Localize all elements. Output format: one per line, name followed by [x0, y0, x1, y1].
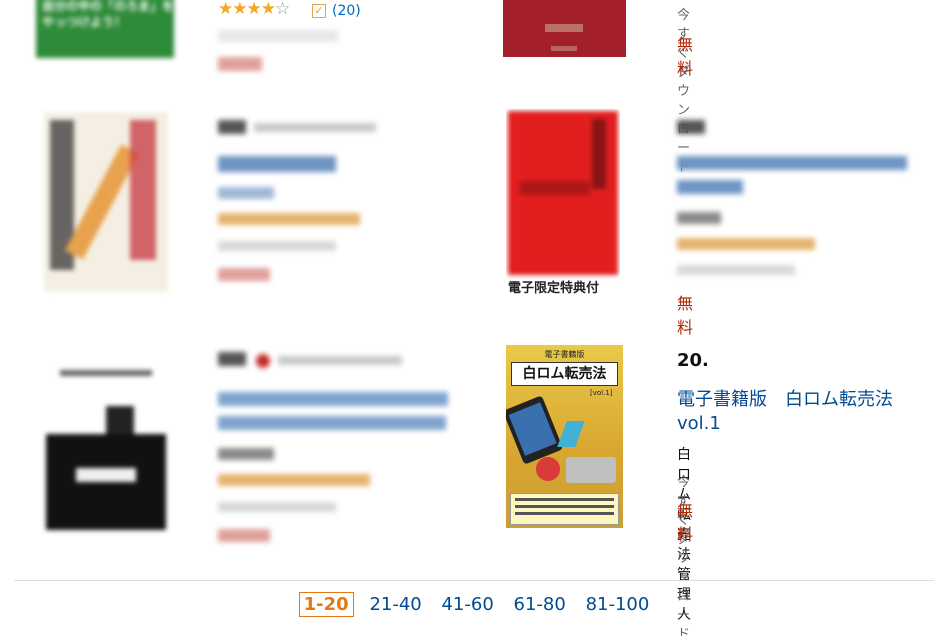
page-link-61-80[interactable]: 61-80	[510, 592, 570, 617]
book-cover[interactable]: 電子書籍版 白ロム転売法 [vol.1]	[506, 345, 623, 528]
rank	[218, 120, 246, 134]
star-rating[interactable]	[677, 238, 815, 250]
rank	[218, 352, 246, 366]
price-text	[218, 268, 270, 281]
subtitle	[254, 123, 376, 132]
price-text: 無料	[677, 501, 694, 544]
phone-image	[506, 395, 564, 465]
book-title-line2[interactable]	[218, 416, 446, 430]
price-text	[218, 57, 262, 71]
book-title-line2[interactable]	[677, 180, 743, 194]
star-rating[interactable]	[218, 213, 360, 225]
subtitle	[278, 356, 402, 365]
rank	[677, 120, 705, 134]
price-text: 無料	[677, 35, 694, 78]
download-text	[218, 502, 336, 512]
download-text	[218, 241, 336, 251]
book-author[interactable]	[218, 448, 274, 460]
cover-text: 自分の中の「のろま」を やっつけよう！	[42, 0, 174, 29]
price-text: 無料	[677, 294, 694, 337]
badge-icon	[256, 354, 270, 368]
book-title[interactable]	[677, 156, 907, 170]
book-cover[interactable]	[503, 0, 626, 57]
lightning-icon	[557, 421, 585, 447]
page-link-41-60[interactable]: 41-60	[437, 592, 497, 617]
page-link-21-40[interactable]: 21-40	[365, 592, 425, 617]
book-title[interactable]	[218, 392, 448, 406]
download-text	[677, 265, 795, 275]
page-link-1-20[interactable]: 1-20	[298, 592, 354, 617]
book-author[interactable]	[218, 187, 274, 199]
cover-tag: 電子書籍版	[544, 350, 585, 359]
book-cover[interactable]: 自分の中の「のろま」を やっつけよう！	[36, 0, 174, 58]
cover-title: 白ロム転売法	[511, 362, 618, 386]
book-cover[interactable]	[44, 112, 168, 292]
star-rating[interactable]	[218, 474, 370, 486]
chevron-down-icon[interactable]: ✓	[312, 4, 326, 18]
page-link-81-100[interactable]: 81-100	[582, 592, 654, 617]
cover-footer	[510, 493, 619, 525]
book-cover[interactable]	[44, 368, 168, 530]
download-text	[218, 30, 338, 42]
cover-caption: 電子限定特典付	[508, 281, 600, 295]
pile-image	[566, 457, 616, 483]
book-title[interactable]	[218, 156, 336, 172]
rank: 20.	[677, 350, 709, 371]
sale-stamp	[536, 457, 560, 481]
cover-vol: [vol.1]	[590, 389, 613, 397]
book-title[interactable]: 電子書籍版 白ロム転売法 vol.1	[677, 388, 927, 436]
pagination: 1-20 21-40 41-60 61-80 81-100	[0, 592, 952, 617]
book-author[interactable]	[677, 212, 721, 224]
price-text	[218, 529, 270, 542]
rating-count[interactable]: (20)	[332, 3, 361, 19]
download-text: 今すぐダウンロード	[677, 8, 691, 175]
book-cover[interactable]: 電子限定特典付	[506, 109, 620, 295]
pagination-divider	[14, 580, 934, 581]
star-rating[interactable]: ★★★★☆	[218, 0, 290, 19]
